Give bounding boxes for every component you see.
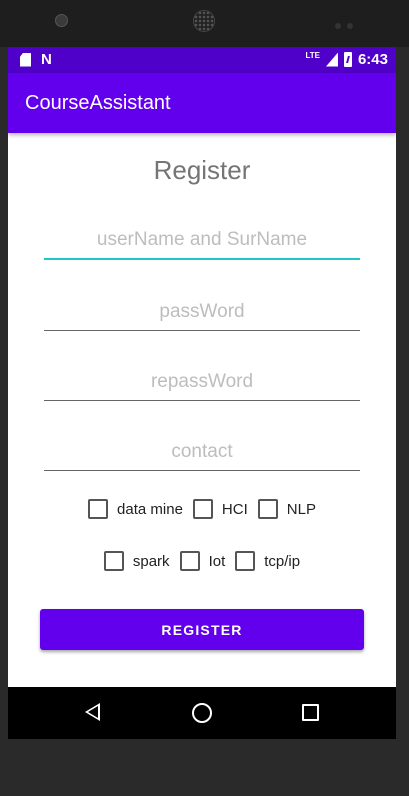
app-title: CourseAssistant — [25, 92, 171, 114]
checkbox-label: tcp/ip — [264, 552, 301, 570]
back-icon[interactable] — [85, 703, 100, 721]
courses-row-1: data mine HCI NLP — [8, 499, 396, 519]
sensors — [335, 16, 359, 29]
checkbox-data-mine[interactable]: data mine — [88, 499, 183, 519]
checkbox-box[interactable] — [192, 499, 213, 519]
contact-field[interactable] — [44, 433, 360, 471]
checkbox-hci[interactable]: HCI — [192, 499, 248, 519]
n-notification-icon: N — [41, 51, 52, 68]
username-field-wrap — [44, 222, 360, 262]
app-screen: N LTE 6:43 CourseAssistant Register data… — [8, 47, 396, 687]
network-type: LTE — [305, 50, 320, 60]
app-bar: CourseAssistant — [8, 73, 396, 133]
contact-field-wrap — [44, 433, 360, 473]
earpiece-speaker — [193, 10, 215, 32]
front-camera — [55, 14, 68, 27]
status-time: 6:43 — [357, 51, 388, 68]
recents-icon[interactable] — [302, 704, 319, 721]
status-bar: N LTE 6:43 — [8, 47, 396, 73]
checkbox-box[interactable] — [88, 499, 109, 519]
password-field-wrap — [44, 293, 360, 333]
checkbox-box[interactable] — [235, 551, 256, 571]
checkbox-box[interactable] — [103, 551, 124, 571]
repassword-field[interactable] — [44, 363, 360, 401]
checkbox-nlp[interactable]: NLP — [257, 499, 316, 519]
courses-row-2: spark Iot tcp/ip — [8, 551, 396, 571]
checkbox-iot[interactable]: Iot — [179, 551, 226, 571]
device-bezel-top — [0, 0, 409, 47]
battery-icon — [343, 52, 352, 67]
checkbox-label: NLP — [286, 500, 316, 518]
repassword-field-wrap — [44, 363, 360, 403]
checkbox-box[interactable] — [179, 551, 200, 571]
signal-icon — [325, 52, 338, 67]
password-field[interactable] — [44, 293, 360, 331]
checkbox-spark[interactable]: spark — [103, 551, 170, 571]
register-button[interactable]: REGISTER — [40, 609, 364, 650]
page-title: Register — [153, 155, 251, 185]
sd-card-icon — [20, 52, 31, 67]
system-nav-bar — [8, 687, 396, 739]
checkbox-box[interactable] — [257, 499, 278, 519]
checkbox-tcp-ip[interactable]: tcp/ip — [235, 551, 300, 571]
checkbox-label: Iot — [208, 552, 226, 570]
checkbox-label: data mine — [117, 500, 183, 518]
home-icon[interactable] — [192, 703, 212, 723]
checkbox-label: HCI — [221, 500, 248, 518]
username-field[interactable] — [44, 222, 360, 260]
checkbox-label: spark — [132, 552, 170, 570]
